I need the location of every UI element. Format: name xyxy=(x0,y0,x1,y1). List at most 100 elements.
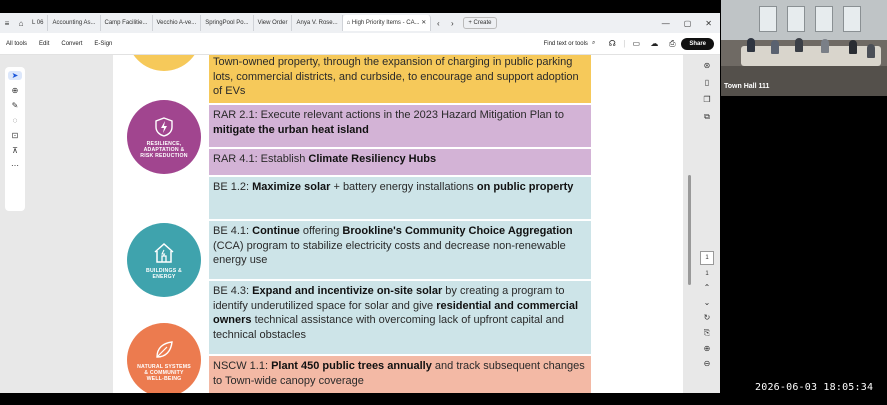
text-select-icon[interactable]: ⊡ xyxy=(12,131,19,140)
video-person xyxy=(795,38,803,52)
menu-convert[interactable]: Convert xyxy=(55,41,88,47)
cloud-upload-icon[interactable]: ☁ xyxy=(645,39,663,48)
action-text-bold: Plant 450 public trees annually xyxy=(271,360,432,372)
video-window xyxy=(815,6,833,32)
category-label-line: RESILIENCE, xyxy=(146,140,182,147)
leaf-icon xyxy=(156,340,173,358)
participant-name: Town Hall 111 xyxy=(724,83,770,90)
action-row-transport: Town-owned property, through the expansi… xyxy=(209,55,591,103)
right-tool-rail: ⊛ ▯ ❐ ⧉ 1 1 ⌃ ⌄ ↻ ⎘ ⊕ ⊖ xyxy=(697,61,717,391)
action-text: BE 4.1: xyxy=(213,225,253,237)
category-label: BUILDINGS & ENERGY xyxy=(146,268,182,280)
more-icon[interactable]: ⋯ xyxy=(11,161,19,170)
browser-tab[interactable]: L 06 xyxy=(28,15,49,31)
print-icon[interactable]: ⎙ xyxy=(663,39,681,49)
browser-tab[interactable]: Accounting As... xyxy=(48,15,101,31)
page-number-text: 1 xyxy=(705,271,709,277)
transportation-category-icon xyxy=(127,55,201,71)
video-table xyxy=(741,46,881,66)
lasso-icon[interactable]: ◌ xyxy=(13,116,18,125)
video-person xyxy=(849,40,857,54)
left-tool-rail: ➤ ⊕ ✎ ◌ ⊡ ⊼ ⋯ xyxy=(5,67,25,211)
video-window xyxy=(759,6,777,32)
action-row-rar-2-1: RAR 2.1: Execute relevant actions in the… xyxy=(209,105,591,147)
save-icon[interactable]: ▭ xyxy=(627,39,645,48)
chevron-up-icon[interactable]: ⌃ xyxy=(704,283,711,292)
action-text: + battery energy installations xyxy=(330,181,477,193)
bookmark-icon[interactable]: ⧉ xyxy=(704,112,710,122)
browser-tab[interactable]: SpringPool Po... xyxy=(201,15,254,31)
select-cursor-icon[interactable]: ➤ xyxy=(8,71,22,80)
vertical-scrollbar[interactable] xyxy=(688,175,691,285)
browser-tab[interactable]: Vecchio A-ve... xyxy=(153,15,202,31)
zoom-icon[interactable]: ⊕ xyxy=(12,86,19,95)
action-row-be-1-2: BE 1.2: Maximize solar + battery energy … xyxy=(209,177,591,219)
action-text-bold: mitigate the urban heat island xyxy=(213,123,369,136)
action-text-bold: Continue xyxy=(252,225,300,237)
pdf-page: Town-owned property, through the expansi… xyxy=(113,55,683,393)
find-tools[interactable]: Find text or tools ⌕ xyxy=(544,40,604,47)
chevron-right-icon[interactable]: › xyxy=(445,19,459,28)
window-controls: — ▢ ✕ xyxy=(662,19,720,28)
action-text-bold: on public property xyxy=(476,181,574,193)
maximize-icon[interactable]: ▢ xyxy=(684,19,692,28)
action-text: Town-owned property, through the expansi… xyxy=(213,56,579,97)
browser-tab[interactable]: Anya V. Rose... xyxy=(292,15,343,31)
category-label-line: & COMMUNITY xyxy=(144,369,184,376)
action-row-rar-4-1: RAR 4.1: Establish Climate Resiliency Hu… xyxy=(209,149,591,175)
lightning-shield-icon xyxy=(155,116,173,137)
buildings-energy-category-badge: BUILDINGS & ENERGY xyxy=(127,223,201,297)
action-text: BE 4.3: xyxy=(213,285,253,297)
video-person xyxy=(747,38,755,52)
action-row-be-4-3: BE 4.3: Expand and incentivize on-site s… xyxy=(209,281,591,354)
participant-video[interactable]: Town Hall 111 xyxy=(721,0,887,96)
action-text: (CCA) program to stabilize electricity c… xyxy=(213,239,566,267)
browser-tab-active[interactable]: ⌂ High Priority Items - CA... ✕ xyxy=(342,15,432,31)
menu-all-tools[interactable]: All tools xyxy=(0,41,33,47)
action-text-bold: Expand and incentivize on-site solar xyxy=(252,285,443,297)
page-number-field[interactable]: 1 xyxy=(700,251,714,265)
video-person xyxy=(771,40,779,54)
browser-tab[interactable]: View Order xyxy=(254,15,293,31)
video-window xyxy=(787,6,805,32)
screen: ≡ ⌂ L 06 Accounting As... Camp Facilitie… xyxy=(0,0,887,405)
menu-esign[interactable]: E-Sign xyxy=(88,41,118,47)
menu-edit[interactable]: Edit xyxy=(33,41,55,47)
stamp-icon[interactable]: ⊼ xyxy=(12,146,18,155)
pen-icon[interactable]: ✎ xyxy=(12,101,19,110)
category-label: RESILIENCE, ADAPTATION & RISK REDUCTION xyxy=(140,141,187,159)
document-workspace: ➤ ⊕ ✎ ◌ ⊡ ⊼ ⋯ Town-owned property, throu… xyxy=(0,55,720,393)
new-tab-button[interactable]: + Create xyxy=(463,17,497,29)
save-page-icon[interactable]: ⎘ xyxy=(704,328,710,338)
video-person xyxy=(821,39,829,53)
chevron-left-icon[interactable]: ‹ xyxy=(431,19,445,28)
menu-icon[interactable]: ≡ xyxy=(0,19,14,28)
category-label-line: ENERGY xyxy=(152,273,176,280)
zoom-out-icon[interactable]: ⊖ xyxy=(704,359,711,368)
house-icon xyxy=(154,242,174,263)
action-text: BE 1.2: xyxy=(213,181,253,193)
category-label-line: RISK REDUCTION xyxy=(140,152,188,159)
browser-tab-bar: ≡ ⌂ L 06 Accounting As... Camp Facilitie… xyxy=(0,13,720,33)
headphones-icon[interactable]: ☊ xyxy=(603,39,621,48)
search-icon: ⌕ xyxy=(591,40,596,46)
browser-tab[interactable]: Camp Facilitie... xyxy=(101,15,153,31)
close-icon[interactable]: ✕ xyxy=(705,19,712,28)
zoom-in-icon[interactable]: ⊕ xyxy=(704,344,711,353)
ai-assistant-icon[interactable]: ⊛ xyxy=(704,61,711,70)
action-text: technical assistance with overcoming lac… xyxy=(213,314,564,341)
video-person xyxy=(867,44,875,58)
action-text: RAR 4.1: Establish xyxy=(213,153,309,165)
home-icon[interactable]: ⌂ xyxy=(14,19,28,28)
find-tools-label: Find text or tools xyxy=(543,40,588,47)
natural-systems-category-badge: NATURAL SYSTEMS & COMMUNITY WELL-BEING xyxy=(127,323,201,393)
pages-icon[interactable]: ❐ xyxy=(703,95,710,104)
category-label-line: WELL-BEING xyxy=(146,375,182,382)
minimize-icon[interactable]: — xyxy=(662,19,670,28)
action-text-bold: Climate Resiliency Hubs xyxy=(308,153,437,165)
comment-icon[interactable]: ▯ xyxy=(705,78,709,87)
action-text-bold: Brookline's Community Choice Aggregation xyxy=(342,225,573,237)
share-button[interactable]: Share xyxy=(681,37,714,50)
chevron-down-icon[interactable]: ⌄ xyxy=(704,298,711,307)
rotate-icon[interactable]: ↻ xyxy=(704,313,711,322)
